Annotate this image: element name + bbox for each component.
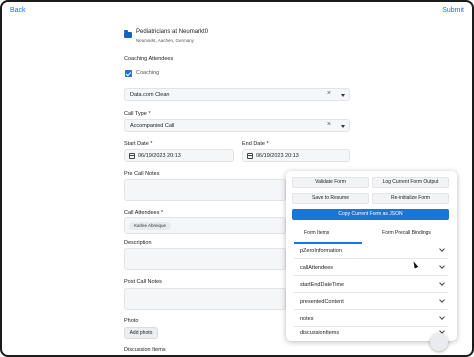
app-window: Back Submit Pediatricians at Neumarkt0 N… (0, 0, 474, 357)
calendar-icon[interactable] (129, 153, 135, 159)
pre-call-notes-label: Pre Call Notes (124, 171, 160, 177)
chevron-down-icon[interactable] (439, 280, 445, 286)
form-item-label: callAttendees (300, 265, 334, 271)
form-item-label: startEndDateTime (300, 282, 345, 288)
attendee-chip[interactable]: Karlee Abreique (129, 222, 172, 230)
coaching-checkbox-label: Coaching (136, 70, 160, 76)
start-date-value: 06/19/2023 20:13 (138, 153, 181, 159)
form-item-row[interactable]: presentedContent (294, 293, 448, 310)
chevron-down-icon[interactable] (341, 125, 345, 128)
form-item-label: notes (300, 316, 314, 322)
call-attendees-field[interactable]: Karlee Abreique (124, 217, 286, 234)
clear-icon[interactable]: × (327, 90, 331, 97)
data-source-value: Data.com Clean (130, 92, 170, 98)
start-date-label: Start Date * (124, 141, 153, 147)
form-item-label: presentedContent (300, 299, 344, 305)
chevron-down-icon[interactable] (439, 297, 445, 303)
end-date-label: End Date * (242, 141, 269, 147)
call-attendees-label: Call Attendees * (124, 210, 164, 216)
post-call-notes-input[interactable] (124, 288, 286, 310)
chevron-down-icon[interactable] (439, 314, 445, 320)
folder-icon (124, 30, 132, 38)
post-call-notes-label: Post Call Notes (124, 279, 162, 285)
description-input[interactable] (124, 248, 286, 270)
description-label: Description (124, 240, 152, 246)
end-date-field[interactable]: 06/19/2023 20:13 (242, 149, 350, 162)
clear-icon[interactable]: × (327, 121, 331, 128)
coaching-checkbox[interactable] (125, 70, 132, 77)
call-type-select[interactable]: Accompanied Call × (124, 119, 350, 132)
validate-form-button[interactable]: Validate Form (292, 177, 369, 188)
chevron-down-icon[interactable] (341, 94, 345, 97)
coaching-attendees-label: Coaching Attendees (124, 56, 174, 62)
end-date-value: 06/19/2023 20:13 (256, 153, 299, 159)
reinitialize-form-button[interactable]: Re-initialize Form (372, 193, 449, 204)
chevron-down-icon[interactable] (439, 246, 445, 252)
form-item-row[interactable]: discussionItems (294, 324, 448, 341)
copy-form-json-button[interactable]: Copy Current Form as JSON (292, 209, 449, 220)
chevron-down-icon[interactable] (439, 263, 445, 269)
call-type-value: Accompanied Call (130, 123, 175, 129)
top-bar: Back Submit (2, 2, 472, 24)
save-to-resume-button[interactable]: Save to Resume (292, 193, 369, 204)
photo-label: Photo (124, 318, 139, 324)
pre-call-notes-input[interactable] (124, 179, 286, 201)
form-item-row[interactable]: pZeroInformation (294, 242, 448, 259)
call-type-label: Call Type * (124, 111, 151, 117)
location-address: Neumarkt, Aachen, Germany (136, 38, 195, 43)
tab-form-precall-bindings[interactable]: Form Precall Bindings (382, 230, 431, 236)
discussion-items-label: Discussion Items (124, 347, 166, 353)
form-item-label: discussionItems (300, 330, 340, 336)
form-item-label: pZeroInformation (300, 248, 342, 254)
calendar-icon[interactable] (247, 153, 253, 159)
location-name: Pediatricians at Neumarkt0 (136, 29, 209, 35)
log-form-output-button[interactable]: Log Current Form Output (372, 177, 449, 188)
start-date-field[interactable]: 06/19/2023 20:13 (124, 149, 234, 162)
data-source-select[interactable]: Data.com Clean × (124, 88, 350, 101)
back-button[interactable]: Back (10, 7, 26, 14)
tab-form-items[interactable]: Form Items (304, 230, 329, 236)
form-item-row[interactable]: startEndDateTime (294, 276, 448, 293)
add-photo-button[interactable]: Add photo (124, 327, 158, 339)
floating-action-button[interactable] (430, 333, 448, 351)
form-debug-panel: Validate Form Log Current Form Output Sa… (286, 171, 457, 341)
submit-button[interactable]: Submit (442, 7, 464, 14)
form-item-row[interactable]: callAttendees (294, 259, 448, 276)
